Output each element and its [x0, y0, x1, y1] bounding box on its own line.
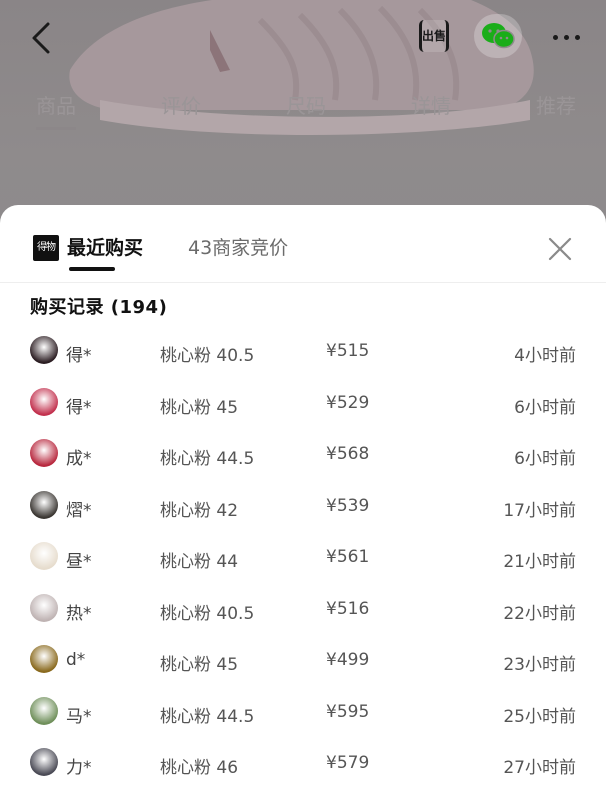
product-nav-tabs: 商品 评价 尺码 详情 推荐 — [36, 90, 576, 130]
price: ¥539 — [326, 495, 370, 516]
purchase-time: 4小时前 — [514, 346, 576, 366]
size-spec: 桃心粉 45 — [160, 655, 239, 675]
purchase-time: 21小时前 — [503, 552, 576, 572]
buyer-name: 得* — [66, 397, 92, 418]
purchase-record-row: 熠* 桃心粉 42 ¥539 17小时前 — [16, 486, 590, 538]
tab-merchant-bids[interactable]: 43商家竞价 — [188, 235, 288, 261]
buyer-avatar — [30, 748, 58, 776]
more-options-button[interactable] — [546, 22, 586, 52]
buyer-avatar — [30, 593, 58, 622]
purchase-time: 22小时前 — [503, 603, 576, 624]
tab-product[interactable]: 商品 — [36, 90, 76, 130]
more-dot-icon — [574, 34, 580, 40]
sell-button[interactable]: 出售 — [414, 16, 454, 56]
more-dot-icon — [563, 34, 569, 40]
purchase-sheet: 得物 最近购买 43商家竞价 购买记录 (194) 得* 桃心粉 40.5 ¥515… — [0, 205, 606, 800]
size-spec: 桃心粉 44.5 — [160, 706, 255, 727]
more-dot-icon — [552, 34, 558, 40]
active-tab-indicator — [69, 267, 115, 271]
buyer-avatar — [30, 387, 58, 416]
size-spec: 桃心粉 44.5 — [160, 449, 255, 469]
sell-icon: 出售 — [419, 20, 449, 52]
buyer-name: d* — [66, 650, 86, 670]
purchase-record-row: 成* 桃心粉 44.5 ¥568 6小时前 — [16, 434, 590, 486]
wechat-icon — [482, 23, 515, 49]
buyer-avatar — [30, 645, 58, 673]
tab-recommend[interactable]: 推荐 — [536, 90, 576, 120]
tab-size[interactable]: 尺码 — [286, 90, 326, 120]
buyer-name: 成* — [66, 449, 92, 469]
purchase-record-row: 得* 桃心粉 45 ¥529 6小时前 — [16, 383, 590, 435]
size-spec: 桃心粉 40.5 — [160, 603, 255, 624]
buyer-name: 熠* — [66, 500, 92, 521]
buyer-avatar — [30, 696, 58, 725]
price: ¥561 — [326, 547, 370, 567]
top-bar: 出售 — [0, 0, 606, 80]
purchase-record-list[interactable]: 得* 桃心粉 40.5 ¥515 4小时前 得* 桃心粉 45 ¥529 6小时前 成* 桃心粉 … — [16, 331, 590, 795]
close-button[interactable] — [546, 235, 574, 263]
tab-details[interactable]: 详情 — [411, 90, 451, 120]
purchase-time: 27小时前 — [503, 758, 576, 778]
chevron-left-icon — [32, 22, 50, 54]
price: ¥499 — [326, 650, 370, 670]
close-icon — [548, 237, 572, 261]
buyer-name: 力* — [66, 758, 92, 778]
buyer-avatar — [30, 490, 58, 519]
dewu-logo-icon: 得物 — [33, 235, 59, 261]
purchase-time: 23小时前 — [503, 655, 576, 675]
purchase-time: 25小时前 — [503, 706, 576, 727]
buyer-avatar — [30, 439, 58, 467]
price: ¥515 — [326, 341, 370, 361]
buyer-name: 昼* — [66, 552, 92, 572]
price: ¥579 — [326, 753, 370, 773]
price: ¥529 — [326, 392, 370, 413]
purchase-time: 17小时前 — [503, 500, 576, 521]
size-spec: 桃心粉 44 — [160, 552, 239, 572]
buyer-avatar — [30, 542, 58, 570]
tab-reviews[interactable]: 评价 — [161, 90, 201, 120]
price: ¥595 — [326, 701, 370, 722]
purchase-record-row: 力* 桃心粉 46 ¥579 27小时前 — [16, 743, 590, 795]
size-spec: 桃心粉 40.5 — [160, 346, 255, 366]
wechat-share-button[interactable] — [474, 14, 522, 58]
purchase-time: 6小时前 — [514, 397, 576, 418]
purchase-record-row: 昼* 桃心粉 44 ¥561 21小时前 — [16, 537, 590, 589]
buyer-name: 热* — [66, 603, 92, 624]
purchase-record-row: 热* 桃心粉 40.5 ¥516 22小时前 — [16, 589, 590, 641]
purchase-time: 6小时前 — [514, 449, 576, 469]
price: ¥568 — [326, 444, 370, 464]
sheet-header: 得物 最近购买 43商家竞价 — [0, 205, 606, 283]
size-spec: 桃心粉 42 — [160, 500, 239, 521]
price: ¥516 — [326, 598, 370, 619]
tab-recent-purchases-label: 最近购买 — [67, 237, 144, 259]
purchase-record-row: 马* 桃心粉 44.5 ¥595 25小时前 — [16, 692, 590, 744]
buyer-name: 马* — [66, 706, 92, 727]
buyer-avatar — [30, 336, 58, 364]
purchase-record-row: 得* 桃心粉 40.5 ¥515 4小时前 — [16, 331, 590, 383]
purchase-record-panel: 购买记录 (194) 得* 桃心粉 40.5 ¥515 4小时前 得* 桃心粉 45 ¥52… — [16, 283, 590, 800]
buyer-name: 得* — [66, 346, 92, 366]
size-spec: 桃心粉 45 — [160, 397, 239, 418]
size-spec: 桃心粉 46 — [160, 758, 239, 778]
purchase-record-row: d* 桃心粉 45 ¥499 23小时前 — [16, 640, 590, 692]
tab-recent-purchases[interactable]: 得物 最近购买 — [33, 235, 144, 271]
back-button[interactable] — [22, 18, 62, 58]
record-title: 购买记录 (194) — [30, 297, 168, 318]
